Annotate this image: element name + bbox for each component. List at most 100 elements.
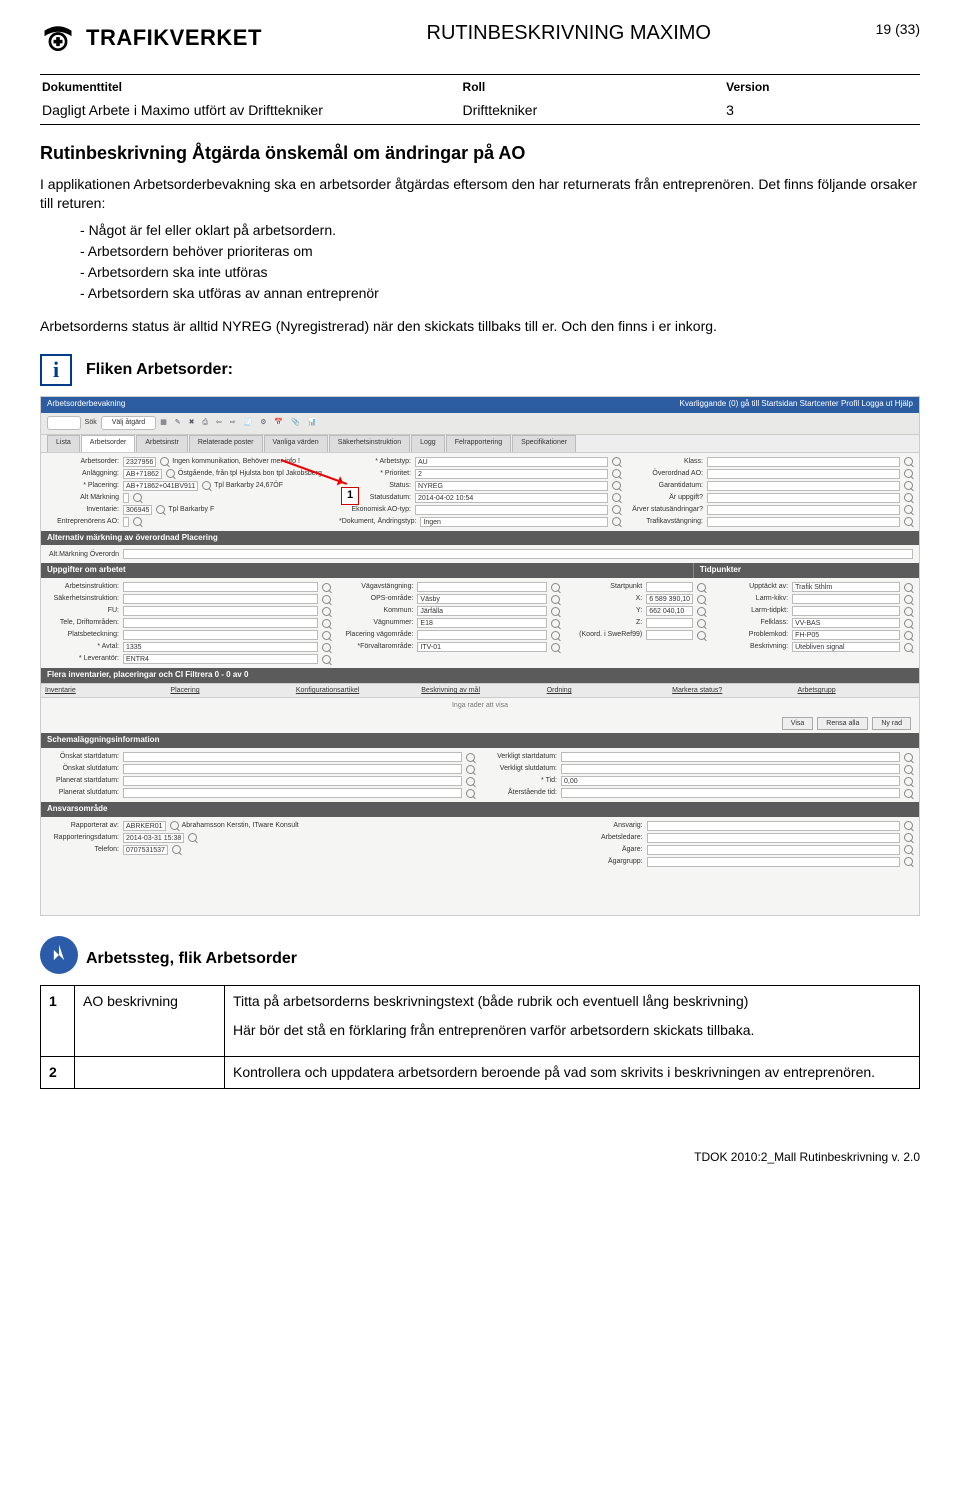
ss-tab[interactable]: Felrapportering bbox=[446, 435, 511, 452]
lookup-icon[interactable] bbox=[904, 595, 913, 604]
lookup-icon[interactable] bbox=[172, 845, 181, 854]
lookup-icon[interactable] bbox=[612, 469, 621, 478]
lookup-icon[interactable] bbox=[322, 619, 331, 628]
field-input[interactable]: 662 040,10 bbox=[646, 606, 693, 616]
field-input[interactable] bbox=[417, 630, 547, 640]
lookup-icon[interactable] bbox=[160, 457, 169, 466]
lookup-icon[interactable] bbox=[904, 789, 913, 798]
field-input[interactable]: E18 bbox=[417, 618, 547, 628]
field-input-desc[interactable]: Ingen kommunikation, Behöver mer info ! bbox=[172, 457, 329, 467]
field-input[interactable]: 1335 bbox=[123, 642, 318, 652]
field-input[interactable] bbox=[123, 752, 462, 762]
ss-top-right-links[interactable]: Kvarliggande (0) gå till Startsidan Star… bbox=[680, 399, 913, 411]
field-input[interactable]: 2014-03-31 15:38 bbox=[123, 833, 184, 843]
field-input[interactable]: Järfälla bbox=[417, 606, 547, 616]
btn-visa[interactable]: Visa bbox=[782, 717, 814, 730]
field-input[interactable] bbox=[707, 493, 900, 503]
lookup-icon[interactable] bbox=[466, 765, 475, 774]
lookup-icon[interactable] bbox=[697, 607, 706, 616]
ss-search-input[interactable] bbox=[47, 416, 81, 429]
lookup-icon[interactable] bbox=[904, 643, 913, 652]
lookup-icon[interactable] bbox=[466, 753, 475, 762]
field-input[interactable] bbox=[647, 857, 900, 867]
lookup-icon[interactable] bbox=[133, 493, 142, 502]
field-input[interactable] bbox=[646, 582, 693, 592]
lookup-icon[interactable] bbox=[156, 505, 165, 514]
ss-tab-active[interactable]: Arbetsorder bbox=[81, 435, 136, 452]
lookup-icon[interactable] bbox=[904, 753, 913, 762]
lookup-icon[interactable] bbox=[904, 821, 913, 830]
field-input[interactable] bbox=[707, 481, 900, 491]
field-input[interactable]: 2014-04-02 10:54 bbox=[415, 493, 608, 503]
field-input-desc[interactable]: Tpl Barkarby 24,67ÖF bbox=[214, 481, 329, 491]
ss-tab[interactable]: Vanliga värden bbox=[264, 435, 328, 452]
lookup-icon[interactable] bbox=[551, 619, 560, 628]
lookup-icon[interactable] bbox=[322, 643, 331, 652]
lookup-icon[interactable] bbox=[904, 607, 913, 616]
toolbar-icons[interactable]: ▦ ✎ ✖ ⎙ ⇦ ⇨ 🧾 ⚙ 📅 📎 📊 bbox=[160, 418, 319, 427]
field-input[interactable]: Trafik Sthlm bbox=[792, 582, 900, 592]
lookup-icon[interactable] bbox=[322, 595, 331, 604]
lookup-icon[interactable] bbox=[322, 655, 331, 664]
lookup-icon[interactable] bbox=[697, 595, 706, 604]
lookup-icon[interactable] bbox=[322, 607, 331, 616]
field-input[interactable] bbox=[707, 505, 900, 515]
lookup-icon[interactable] bbox=[904, 857, 913, 866]
field-input[interactable] bbox=[123, 594, 318, 604]
field-input[interactable] bbox=[123, 517, 129, 527]
flera-col[interactable]: Placering bbox=[166, 684, 291, 697]
field-input[interactable] bbox=[707, 517, 900, 527]
lookup-icon[interactable] bbox=[133, 517, 142, 526]
lookup-icon[interactable] bbox=[551, 631, 560, 640]
lookup-icon[interactable] bbox=[322, 583, 331, 592]
field-input[interactable] bbox=[123, 776, 462, 786]
lookup-icon[interactable] bbox=[904, 833, 913, 842]
field-input[interactable] bbox=[123, 582, 318, 592]
lookup-icon[interactable] bbox=[188, 833, 197, 842]
lookup-icon[interactable] bbox=[551, 595, 560, 604]
lookup-icon[interactable] bbox=[551, 607, 560, 616]
lookup-icon[interactable] bbox=[904, 457, 913, 466]
field-input[interactable] bbox=[707, 457, 900, 467]
ss-tab[interactable]: Arbetsinstr bbox=[136, 435, 187, 452]
flera-col[interactable]: Konfigurationsartikel bbox=[292, 684, 417, 697]
flera-col[interactable]: Markera status? bbox=[668, 684, 793, 697]
field-input[interactable] bbox=[123, 764, 462, 774]
field-input[interactable]: 6 589 390,10 bbox=[646, 594, 693, 604]
lookup-icon[interactable] bbox=[697, 619, 706, 628]
field-input[interactable]: 0707531537 bbox=[123, 845, 168, 855]
lookup-icon[interactable] bbox=[322, 631, 331, 640]
lookup-icon[interactable] bbox=[612, 493, 621, 502]
field-input[interactable]: VV-BAS bbox=[792, 618, 900, 628]
field-input[interactable]: Utebliven signal bbox=[792, 642, 900, 652]
ss-action-dropdown[interactable]: Välj åtgärd bbox=[101, 416, 156, 429]
lookup-icon[interactable] bbox=[904, 845, 913, 854]
field-input[interactable] bbox=[123, 630, 318, 640]
field-input[interactable] bbox=[123, 493, 129, 503]
alt-input[interactable] bbox=[123, 549, 913, 559]
field-input[interactable]: ENTR4 bbox=[123, 654, 318, 664]
field-input[interactable] bbox=[123, 788, 462, 798]
field-input[interactable] bbox=[646, 630, 693, 640]
field-input[interactable] bbox=[647, 821, 900, 831]
field-input[interactable] bbox=[123, 606, 318, 616]
field-input[interactable] bbox=[561, 788, 900, 798]
lookup-icon[interactable] bbox=[170, 821, 179, 830]
lookup-icon[interactable] bbox=[697, 583, 706, 592]
lookup-icon[interactable] bbox=[904, 517, 913, 526]
lookup-icon[interactable] bbox=[166, 469, 175, 478]
field-input[interactable]: Väsby bbox=[417, 594, 547, 604]
lookup-icon[interactable] bbox=[612, 517, 621, 526]
ss-tab[interactable]: Specifikationer bbox=[512, 435, 576, 452]
field-input[interactable]: AB+71862+041BV911 bbox=[123, 481, 198, 491]
field-input[interactable] bbox=[561, 764, 900, 774]
field-input[interactable] bbox=[646, 618, 693, 628]
lookup-icon[interactable] bbox=[904, 505, 913, 514]
lookup-icon[interactable] bbox=[904, 481, 913, 490]
btn-nyrad[interactable]: Ny rad bbox=[872, 717, 911, 730]
ss-tab[interactable]: Säkerhetsinstruktion bbox=[329, 435, 410, 452]
lookup-icon[interactable] bbox=[551, 643, 560, 652]
lookup-icon[interactable] bbox=[466, 789, 475, 798]
lookup-icon[interactable] bbox=[612, 505, 621, 514]
field-input[interactable] bbox=[792, 606, 900, 616]
